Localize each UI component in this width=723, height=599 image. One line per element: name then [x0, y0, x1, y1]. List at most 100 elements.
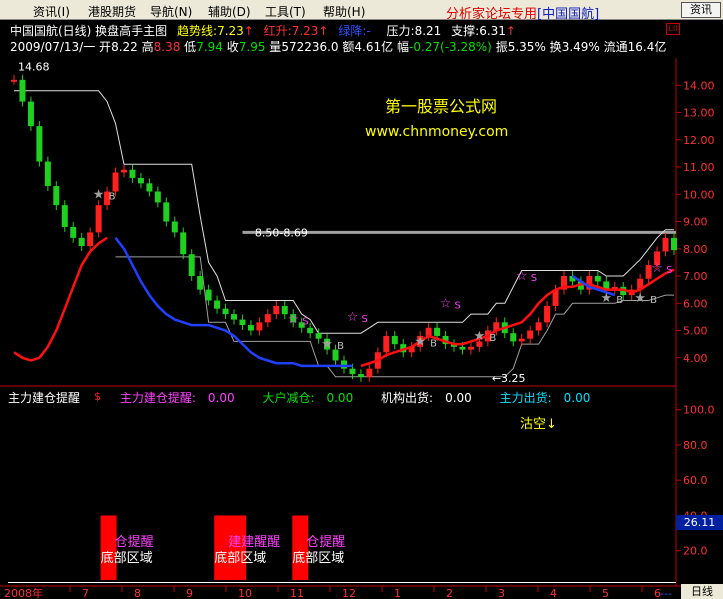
legend-item-2: 大户减仓: 0.00 [262, 391, 354, 405]
price-annotation-0: 14.68 [18, 61, 50, 74]
candle-body-18 [163, 202, 170, 222]
buy-star-4: ★ [600, 291, 612, 306]
buy-star-3: ★ [474, 329, 486, 344]
candle-body-17 [154, 191, 161, 203]
buy-label-3: B [489, 333, 496, 344]
xtick-label-2: 9 [186, 587, 193, 599]
main-ytick-label-4: 8.00 [683, 243, 708, 256]
buy-star-5: ★ [634, 291, 646, 306]
candle-body-9 [87, 232, 94, 247]
buy-label-2: B [430, 338, 437, 349]
xtick-label-7: 2 [446, 587, 453, 599]
candle-body-54 [467, 346, 474, 350]
candle-body-26 [231, 314, 237, 320]
candle-body-29 [256, 322, 263, 331]
xtick-label-0: 7 [82, 587, 89, 599]
candle-body-30 [264, 314, 271, 323]
candle-body-24 [214, 300, 221, 309]
main-ytick-label-10: 14.00 [683, 79, 715, 92]
candle-body-59 [510, 333, 517, 342]
xtick-year: 2008年 [4, 586, 43, 599]
lower-band-line-0 [115, 256, 674, 378]
sub-annotation: 沽空↓ [520, 417, 557, 432]
candle-body-7 [70, 226, 77, 238]
candle-body-44 [383, 335, 390, 353]
trend-red-line-1 [360, 268, 675, 368]
main-ytick-label-8: 12.00 [683, 134, 715, 147]
timeframe-button[interactable]: 日线 [681, 584, 723, 599]
main-ytick-label-6: 10.00 [683, 188, 715, 201]
sub-bar-toplabel-0: 仓提醒 [115, 534, 154, 550]
buy-star-1: ★ [321, 337, 333, 352]
candle-body-40 [349, 368, 356, 375]
candle-body-41 [357, 374, 364, 377]
sub-ytick-label-0: 20.0 [683, 545, 708, 558]
legend-item-3: 机构出货: 0.00 [381, 391, 472, 405]
sell-label-3: S [531, 273, 537, 284]
candle-body-62 [535, 322, 542, 331]
legend-item-0: 主力建仓提醒 [8, 391, 81, 405]
candle-body-0 [11, 79, 17, 82]
candle-body-4 [44, 161, 51, 187]
candle-body-39 [341, 360, 347, 369]
xtick-label-1: 8 [134, 587, 141, 599]
price-annotation-1: 8.50-8.69 [255, 226, 308, 239]
buy-star-0: ★ [93, 187, 105, 202]
stock-chart: 4.00 5.00 6.00 7.00 8.00 9.00 10.00 11.00 12.00 1… [0, 58, 723, 599]
sub-bar-bottomlabel-2: 底部区域 [292, 550, 344, 566]
candle-body-23 [205, 289, 212, 301]
sell-label-1: S [361, 314, 367, 325]
current-value-badge: 26.11 [676, 515, 723, 530]
sub-bar-bottomlabel-1: 底部区域 [214, 550, 266, 566]
main-ytick-label-7: 11.00 [683, 161, 715, 174]
buy-label-4: B [616, 295, 623, 306]
candle-body-6 [61, 205, 68, 227]
xtick-label-5: 12 [342, 587, 356, 599]
candle-body-69 [594, 276, 601, 282]
legend-item-1: 主力建仓提醒: 0.00 [119, 391, 235, 405]
main-ytick-label-9: 13.00 [683, 107, 715, 120]
trend-red-line-0 [13, 236, 108, 362]
candle-body-28 [247, 325, 254, 331]
sub-bar-toplabel-1: 建建醒醒 [228, 535, 280, 550]
main-ytick-label-3: 7.00 [683, 270, 708, 283]
sell-star-1: ☆ [347, 310, 359, 325]
candle-body-1 [19, 79, 26, 102]
sub-ytick-label-2: 60.0 [683, 474, 708, 487]
price-annotation-2: ←3.25 [492, 372, 526, 385]
main-ytick-label-2: 6.00 [683, 297, 708, 310]
xtick-label-9: 4 [550, 587, 557, 599]
sub-ytick-label-4: 100.0 [683, 404, 715, 417]
candle-body-2 [27, 101, 34, 127]
candle-body-5 [53, 186, 60, 206]
candle-body-60 [518, 338, 525, 342]
xtick-label-4: 11 [290, 587, 304, 599]
candle-body-19 [171, 221, 178, 233]
candle-body-15 [137, 177, 144, 184]
candle-body-14 [129, 169, 136, 178]
sell-label-0: S [302, 317, 308, 328]
candle-body-31 [273, 305, 280, 315]
sell-label-4: S [666, 265, 672, 276]
xtick-label-6: 1 [394, 587, 401, 599]
candle-body-63 [544, 305, 551, 323]
candle-body-50 [434, 327, 441, 336]
upper-band-line-0 [14, 90, 674, 334]
candle-body-13 [121, 169, 127, 173]
sub-bar-bottomlabel-0: 底部区域 [101, 550, 153, 566]
sell-label-2: S [455, 300, 461, 311]
candle-body-61 [527, 330, 534, 339]
candle-body-20 [180, 232, 187, 255]
buy-label-0: B [109, 191, 116, 202]
candle-body-12 [112, 172, 119, 192]
buy-star-2: ★ [414, 334, 426, 349]
candle-body-53 [459, 346, 466, 350]
candle-body-10 [95, 205, 102, 233]
candle-body-35 [307, 327, 314, 334]
main-ytick-label-5: 9.00 [683, 216, 708, 229]
legend-item-4: 主力出货: 0.00 [499, 391, 591, 405]
candle-body-22 [197, 276, 204, 290]
sub-bar-toplabel-2: 仓提醒 [306, 534, 345, 550]
candle-body-21 [188, 254, 195, 276]
xtick-dash: --- [660, 587, 672, 599]
